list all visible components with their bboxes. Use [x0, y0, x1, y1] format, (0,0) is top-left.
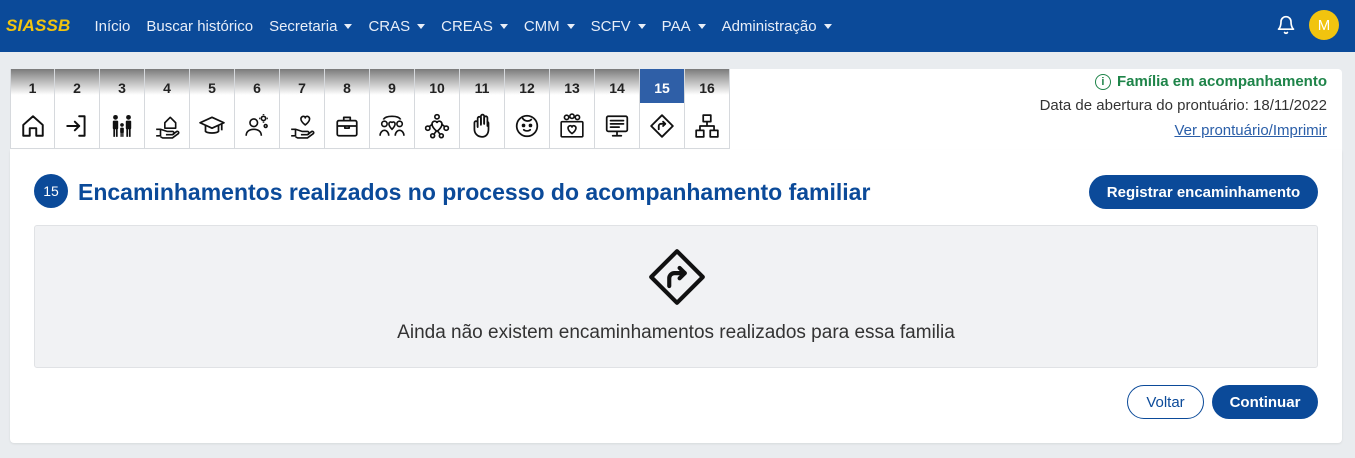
nav-item-label: Início [94, 17, 131, 35]
person-ideas-icon [235, 103, 279, 148]
step-number: 3 [100, 69, 144, 103]
back-button[interactable]: Voltar [1127, 385, 1204, 419]
step-tab-7[interactable]: 7 [280, 69, 325, 149]
caret-down-icon [823, 23, 832, 29]
hand-house-icon [145, 103, 189, 148]
nav-item-administracao[interactable]: Administração [722, 18, 832, 35]
step-tab-4[interactable]: 4 [145, 69, 190, 149]
step-tab-16[interactable]: 16 [685, 69, 730, 149]
steps-area: 1 2 3 4 5 6 7 8 9 10 11 12 13 14 15 16 i… [10, 69, 1342, 150]
caret-down-icon [697, 23, 706, 29]
step-number: 6 [235, 69, 279, 103]
hand-stop-icon [460, 103, 504, 148]
step-number: 13 [550, 69, 594, 103]
step-tab-8[interactable]: 8 [325, 69, 370, 149]
continue-button[interactable]: Continuar [1212, 385, 1318, 419]
home-icon [11, 103, 54, 148]
step-tab-3[interactable]: 3 [100, 69, 145, 149]
register-referral-button[interactable]: Registrar encaminhamento [1089, 175, 1318, 209]
empty-state: Ainda não existem encaminhamentos realiz… [34, 225, 1318, 368]
hand-heart-icon [280, 103, 324, 148]
caret-down-icon [637, 23, 646, 29]
caret-down-icon [566, 23, 575, 29]
caret-down-icon [499, 23, 508, 29]
step-number: 14 [595, 69, 639, 103]
nav-right: M [1275, 10, 1339, 40]
direction-sign-icon [649, 249, 705, 305]
group-heart-icon [370, 103, 414, 148]
family-status: i Família em acompanhamento Data de aber… [1040, 73, 1327, 140]
step-number: 10 [415, 69, 459, 103]
step-number: 1 [11, 69, 54, 103]
child-face-icon [505, 103, 549, 148]
step-tab-5[interactable]: 5 [190, 69, 235, 149]
step-number: 12 [505, 69, 549, 103]
step-number: 9 [370, 69, 414, 103]
nav-item-scfv[interactable]: SCFV [591, 18, 646, 35]
nav-item-cras[interactable]: CRAS [368, 17, 426, 35]
step-tabs: 1 2 3 4 5 6 7 8 9 10 11 12 13 14 15 16 [10, 69, 730, 149]
section-number-badge: 15 [34, 174, 68, 208]
step-number: 16 [685, 69, 729, 103]
step-tab-13[interactable]: 13 [550, 69, 595, 149]
step-number: 11 [460, 69, 504, 103]
step-tab-9[interactable]: 9 [370, 69, 415, 149]
nav-item-creas[interactable]: CREAS [441, 18, 508, 35]
avatar[interactable]: M [1309, 10, 1339, 40]
nav-item-label: Buscar histórico [146, 17, 254, 35]
network-heart-icon [415, 103, 459, 148]
nav-item-cmm[interactable]: CMM [524, 18, 575, 35]
info-icon: i [1094, 73, 1111, 90]
nav-item-label: Administração [721, 17, 817, 35]
step-tab-6[interactable]: 6 [235, 69, 280, 149]
step-tab-1[interactable]: 1 [10, 69, 55, 149]
nav-item-label: Secretaria [269, 17, 338, 35]
step-tab-2[interactable]: 2 [55, 69, 100, 149]
step-tab-12[interactable]: 12 [505, 69, 550, 149]
caret-down-icon [344, 23, 353, 29]
nav-item-inicio[interactable]: Início [95, 18, 131, 35]
nav-item-label: CREAS [441, 17, 493, 35]
top-navbar: SIASSB Início Buscar histórico Secretari… [0, 0, 1355, 52]
brand-logo[interactable]: SIASSB [6, 16, 71, 36]
graduation-cap-icon [190, 103, 234, 148]
step-number: 15 [640, 69, 684, 103]
nav-item-label: PAA [661, 17, 691, 35]
list-board-icon [595, 103, 639, 148]
nav-item-label: CMM [523, 17, 560, 35]
step-tab-11[interactable]: 11 [460, 69, 505, 149]
community-box-icon [550, 103, 594, 148]
bell-icon[interactable] [1275, 14, 1297, 36]
direction-sign-icon [640, 103, 684, 148]
step-number: 5 [190, 69, 234, 103]
status-line: i Família em acompanhamento [1040, 73, 1327, 90]
step-tab-15[interactable]: 15 [640, 69, 685, 149]
family-icon [100, 103, 144, 148]
page-title: Encaminhamentos realizados no processo d… [78, 179, 871, 205]
open-date: Data de abertura do prontuário: 18/11/20… [1039, 97, 1327, 114]
enter-icon [55, 103, 99, 148]
nav-item-buscar-historico[interactable]: Buscar histórico [146, 18, 253, 35]
step-number: 7 [280, 69, 324, 103]
status-label: Família em acompanhamento [1116, 73, 1327, 90]
nav-item-label: CRAS [368, 17, 411, 35]
view-record-link[interactable]: Ver prontuário/Imprimir [1174, 122, 1327, 139]
org-chart-icon [685, 103, 729, 148]
referrals-card: 15 Encaminhamentos realizados no process… [10, 150, 1342, 443]
step-tab-10[interactable]: 10 [415, 69, 460, 149]
step-number: 4 [145, 69, 189, 103]
nav-item-label: SCFV [590, 17, 631, 35]
empty-message: Ainda não existem encaminhamentos realiz… [397, 322, 955, 343]
briefcase-icon [325, 103, 369, 148]
caret-down-icon [417, 23, 426, 29]
nav-item-paa[interactable]: PAA [662, 18, 706, 35]
step-tab-14[interactable]: 14 [595, 69, 640, 149]
step-number: 2 [55, 69, 99, 103]
step-number: 8 [325, 69, 369, 103]
nav-item-secretaria[interactable]: Secretaria [269, 17, 353, 35]
